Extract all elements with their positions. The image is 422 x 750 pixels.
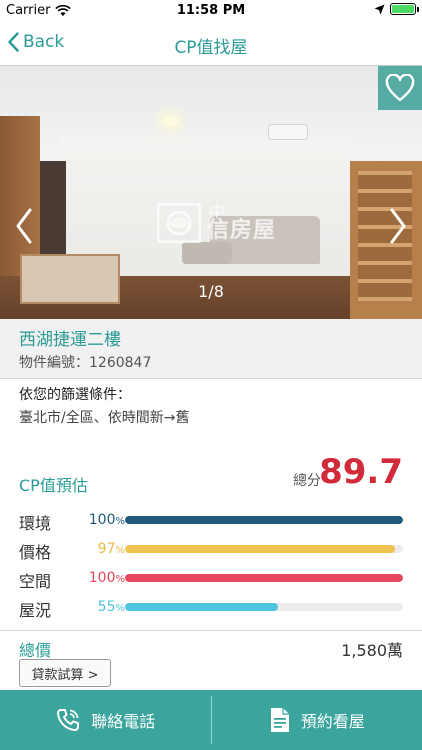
photo-air-conditioner (268, 124, 308, 140)
metric-fill (125, 574, 403, 582)
back-button[interactable]: Back (8, 32, 64, 52)
listing-id: 物件編號：1260847 (19, 355, 152, 371)
filter-heading: 依您的篩選條件： (19, 387, 131, 403)
metric-name: 價格 (19, 543, 52, 562)
metric-track (125, 516, 403, 524)
metric-percent: 100% (88, 512, 125, 528)
chevron-left-icon (16, 208, 32, 244)
metric-row: 空間 100% (19, 566, 403, 595)
filter-criteria: 依您的篩選條件： 臺北市/全區、依時間新→舊 (19, 384, 409, 427)
filter-text: 臺北市/全區、依時間新→舊 (19, 410, 190, 426)
metric-percent: 55% (97, 599, 125, 615)
location-arrow-icon (374, 4, 385, 14)
previous-photo-button[interactable] (12, 206, 36, 246)
back-label: Back (23, 32, 65, 52)
total-score-value: 89.7 (319, 452, 403, 492)
metric-name: 屋況 (19, 601, 52, 620)
status-bar: Carrier 11:58 PM (0, 0, 422, 22)
metric-track (125, 574, 403, 582)
phone-icon (57, 709, 80, 731)
metric-name: 空間 (19, 572, 52, 591)
book-viewing-button[interactable]: 預約看屋 (212, 690, 422, 750)
heart-icon (385, 74, 415, 102)
battery-icon (390, 3, 419, 15)
total-price-label: 總價 (19, 641, 52, 660)
metric-row: 環境 100% (19, 508, 403, 537)
metrics-list: 環境 100% 價格 97% 空間 100% 屋況 55% (19, 508, 403, 624)
metric-fill (125, 603, 278, 611)
metric-percent: 97% (97, 541, 125, 557)
metric-row: 價格 97% (19, 537, 403, 566)
watermark-text-bottom: 信房屋 (207, 218, 277, 243)
loan-calculator-button[interactable]: 貸款試算 > (19, 659, 111, 687)
metric-percent: 100% (88, 570, 125, 586)
watermark-logo: 中 信房屋 (157, 203, 276, 243)
photo-counter: 1/8 (198, 282, 224, 301)
total-price-value: 1,580萬 (341, 641, 403, 660)
status-time: 11:58 PM (176, 3, 246, 18)
contact-phone-label: 聯絡電話 (91, 712, 156, 731)
cp-estimate-header: CP值預估 總分 89.7 (19, 452, 403, 495)
listing-info: 西湖捷運二樓 物件編號：1260847 (0, 319, 422, 379)
photo-carousel[interactable]: 中 信房屋 1/8 (0, 66, 422, 319)
metric-name: 環境 (19, 514, 52, 533)
book-viewing-label: 預約看屋 (300, 712, 365, 731)
favorite-button[interactable] (378, 66, 422, 110)
total-score-label: 總分 (293, 473, 321, 489)
status-right (374, 3, 419, 15)
metric-fill (125, 516, 403, 524)
metric-track (125, 603, 403, 611)
chevron-right-icon (390, 208, 406, 244)
metric-fill (125, 545, 395, 553)
bottom-action-bar: 聯絡電話 預約看屋 (0, 690, 422, 750)
cp-estimate-label: CP值預估 (19, 476, 88, 495)
metric-row: 屋況 55% (19, 595, 403, 624)
navigation-bar: Back CP值找屋 (0, 22, 422, 66)
contact-phone-button[interactable]: 聯絡電話 (0, 690, 211, 750)
company-logo-icon (157, 203, 201, 243)
metric-track (125, 545, 403, 553)
price-section: 總價 1,580萬 貸款試算 > (0, 630, 422, 688)
photo-ceiling-light (162, 116, 178, 126)
chevron-left-icon (8, 32, 19, 52)
next-photo-button[interactable] (386, 206, 410, 246)
listing-title: 西湖捷運二樓 (19, 330, 121, 350)
document-icon (270, 708, 289, 732)
